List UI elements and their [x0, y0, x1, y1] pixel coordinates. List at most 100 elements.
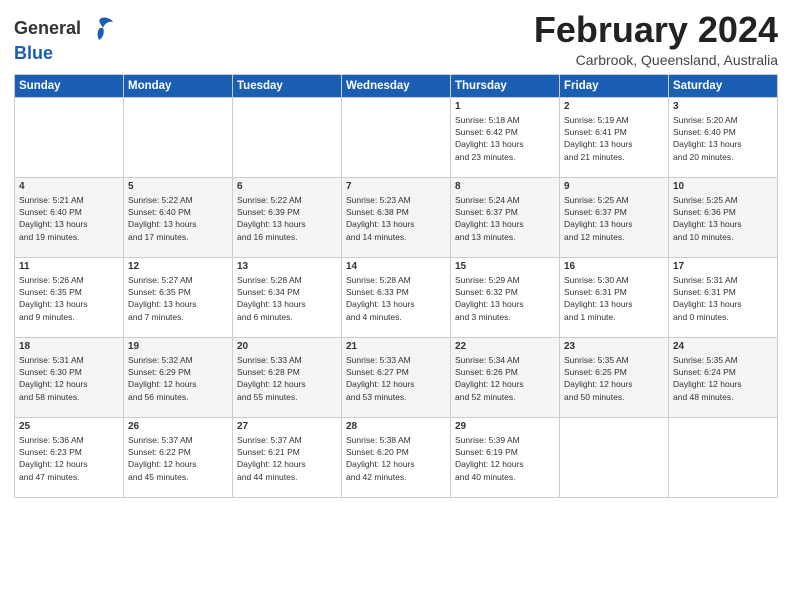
day-info: Sunrise: 5:32 AM Sunset: 6:29 PM Dayligh… [128, 354, 228, 403]
day-info: Sunrise: 5:39 AM Sunset: 6:19 PM Dayligh… [455, 434, 555, 483]
col-monday: Monday [124, 74, 233, 97]
day-info: Sunrise: 5:36 AM Sunset: 6:23 PM Dayligh… [19, 434, 119, 483]
day-number: 15 [455, 261, 555, 272]
logo-bird-icon [85, 14, 115, 44]
cell-w5-d5: 29Sunrise: 5:39 AM Sunset: 6:19 PM Dayli… [451, 417, 560, 497]
day-info: Sunrise: 5:22 AM Sunset: 6:39 PM Dayligh… [237, 194, 337, 243]
day-info: Sunrise: 5:25 AM Sunset: 6:36 PM Dayligh… [673, 194, 773, 243]
day-info: Sunrise: 5:33 AM Sunset: 6:28 PM Dayligh… [237, 354, 337, 403]
day-number: 21 [346, 341, 446, 352]
day-info: Sunrise: 5:25 AM Sunset: 6:37 PM Dayligh… [564, 194, 664, 243]
cell-w4-d3: 20 Sunrise: 5:33 AM Sunset: 6:28 PM Dayli… [233, 337, 342, 417]
cell-w4-d1: 18 Sunrise: 5:31 AM Sunset: 6:30 PM Dayli… [15, 337, 124, 417]
cell-w3-d4: 14 Sunrise: 5:28 AM Sunset: 6:33 PM Dayli… [342, 257, 451, 337]
day-number: 25 [19, 421, 119, 432]
day-info: Sunrise: 5:35 AM Sunset: 6:25 PM Dayligh… [564, 354, 664, 403]
month-title: February 2024 [534, 10, 778, 50]
cell-w2-d5: 8 Sunrise: 5:24 AM Sunset: 6:37 PM Daylig… [451, 177, 560, 257]
day-number: 11 [19, 261, 119, 272]
day-number: 14 [346, 261, 446, 272]
day-number: 2 [564, 101, 664, 112]
cell-w3-d1: 11Sunrise: 5:26 AM Sunset: 6:35 PM Dayli… [15, 257, 124, 337]
logo-general: General [14, 19, 81, 39]
day-info: Sunrise: 5:35 AM Sunset: 6:24 PM Dayligh… [673, 354, 773, 403]
day-info: Sunrise: 5:28 AM Sunset: 6:33 PM Dayligh… [346, 274, 446, 323]
logo-blue: Blue [14, 44, 115, 64]
day-number: 24 [673, 341, 773, 352]
cell-w3-d3: 13 Sunrise: 5:28 AM Sunset: 6:34 PM Dayli… [233, 257, 342, 337]
day-number: 6 [237, 181, 337, 192]
cell-w2-d4: 7 Sunrise: 5:23 AM Sunset: 6:38 PM Daylig… [342, 177, 451, 257]
day-info: Sunrise: 5:19 AM Sunset: 6:41 PM Dayligh… [564, 114, 664, 163]
day-number: 4 [19, 181, 119, 192]
col-thursday: Thursday [451, 74, 560, 97]
day-info: Sunrise: 5:31 AM Sunset: 6:30 PM Dayligh… [19, 354, 119, 403]
cell-w2-d7: 10 Sunrise: 5:25 AM Sunset: 6:36 PM Dayli… [669, 177, 778, 257]
calendar-table: Sunday Monday Tuesday Wednesday Thursday… [14, 74, 778, 498]
week-row-2: 4 Sunrise: 5:21 AM Sunset: 6:40 PM Daylig… [15, 177, 778, 257]
cell-w1-d1 [15, 97, 124, 177]
day-number: 27 [237, 421, 337, 432]
week-row-3: 11Sunrise: 5:26 AM Sunset: 6:35 PM Dayli… [15, 257, 778, 337]
week-row-5: 25 Sunrise: 5:36 AM Sunset: 6:23 PM Dayli… [15, 417, 778, 497]
cell-w4-d5: 22 Sunrise: 5:34 AM Sunset: 6:26 PM Dayli… [451, 337, 560, 417]
day-number: 28 [346, 421, 446, 432]
day-number: 3 [673, 101, 773, 112]
cell-w5-d3: 27 Sunrise: 5:37 AM Sunset: 6:21 PM Dayli… [233, 417, 342, 497]
week-row-4: 18 Sunrise: 5:31 AM Sunset: 6:30 PM Dayli… [15, 337, 778, 417]
cell-w3-d5: 15 Sunrise: 5:29 AM Sunset: 6:32 PM Dayli… [451, 257, 560, 337]
col-tuesday: Tuesday [233, 74, 342, 97]
day-info: Sunrise: 5:37 AM Sunset: 6:21 PM Dayligh… [237, 434, 337, 483]
day-number: 18 [19, 341, 119, 352]
cell-w5-d7 [669, 417, 778, 497]
day-info: Sunrise: 5:29 AM Sunset: 6:32 PM Dayligh… [455, 274, 555, 323]
col-wednesday: Wednesday [342, 74, 451, 97]
day-info: Sunrise: 5:18 AM Sunset: 6:42 PM Dayligh… [455, 114, 555, 163]
day-info: Sunrise: 5:23 AM Sunset: 6:38 PM Dayligh… [346, 194, 446, 243]
cell-w3-d7: 17 Sunrise: 5:31 AM Sunset: 6:31 PM Dayli… [669, 257, 778, 337]
day-number: 26 [128, 421, 228, 432]
cell-w3-d2: 12 Sunrise: 5:27 AM Sunset: 6:35 PM Dayli… [124, 257, 233, 337]
cell-w5-d6 [560, 417, 669, 497]
day-info: Sunrise: 5:33 AM Sunset: 6:27 PM Dayligh… [346, 354, 446, 403]
day-info: Sunrise: 5:38 AM Sunset: 6:20 PM Dayligh… [346, 434, 446, 483]
day-number: 23 [564, 341, 664, 352]
day-number: 12 [128, 261, 228, 272]
day-info: Sunrise: 5:28 AM Sunset: 6:34 PM Dayligh… [237, 274, 337, 323]
main-container: General Blue February 2024 Carbrook, Que… [0, 0, 792, 506]
cell-w1-d5: 1 Sunrise: 5:18 AM Sunset: 6:42 PM Daylig… [451, 97, 560, 177]
day-info: Sunrise: 5:34 AM Sunset: 6:26 PM Dayligh… [455, 354, 555, 403]
day-info: Sunrise: 5:24 AM Sunset: 6:37 PM Dayligh… [455, 194, 555, 243]
cell-w5-d1: 25 Sunrise: 5:36 AM Sunset: 6:23 PM Dayli… [15, 417, 124, 497]
day-number: 17 [673, 261, 773, 272]
day-number: 7 [346, 181, 446, 192]
day-info: Sunrise: 5:30 AM Sunset: 6:31 PM Dayligh… [564, 274, 664, 323]
day-info: Sunrise: 5:27 AM Sunset: 6:35 PM Dayligh… [128, 274, 228, 323]
day-number: 13 [237, 261, 337, 272]
cell-w1-d4 [342, 97, 451, 177]
day-number: 9 [564, 181, 664, 192]
day-info: Sunrise: 5:21 AM Sunset: 6:40 PM Dayligh… [19, 194, 119, 243]
day-info: Sunrise: 5:22 AM Sunset: 6:40 PM Dayligh… [128, 194, 228, 243]
cell-w1-d6: 2 Sunrise: 5:19 AM Sunset: 6:41 PM Daylig… [560, 97, 669, 177]
day-number: 20 [237, 341, 337, 352]
day-number: 19 [128, 341, 228, 352]
cell-w2-d1: 4 Sunrise: 5:21 AM Sunset: 6:40 PM Daylig… [15, 177, 124, 257]
day-number: 1 [455, 101, 555, 112]
cell-w5-d2: 26Sunrise: 5:37 AM Sunset: 6:22 PM Dayli… [124, 417, 233, 497]
day-number: 22 [455, 341, 555, 352]
day-number: 8 [455, 181, 555, 192]
day-info: Sunrise: 5:31 AM Sunset: 6:31 PM Dayligh… [673, 274, 773, 323]
day-number: 16 [564, 261, 664, 272]
week-row-1: 1 Sunrise: 5:18 AM Sunset: 6:42 PM Daylig… [15, 97, 778, 177]
cell-w2-d6: 9 Sunrise: 5:25 AM Sunset: 6:37 PM Daylig… [560, 177, 669, 257]
calendar-header-row: Sunday Monday Tuesday Wednesday Thursday… [15, 74, 778, 97]
cell-w1-d2 [124, 97, 233, 177]
day-info: Sunrise: 5:20 AM Sunset: 6:40 PM Dayligh… [673, 114, 773, 163]
day-number: 10 [673, 181, 773, 192]
title-area: February 2024 Carbrook, Queensland, Aust… [534, 10, 778, 68]
cell-w2-d3: 6 Sunrise: 5:22 AM Sunset: 6:39 PM Daylig… [233, 177, 342, 257]
header: General Blue February 2024 Carbrook, Que… [14, 10, 778, 68]
location: Carbrook, Queensland, Australia [534, 52, 778, 68]
logo: General Blue [14, 14, 115, 64]
